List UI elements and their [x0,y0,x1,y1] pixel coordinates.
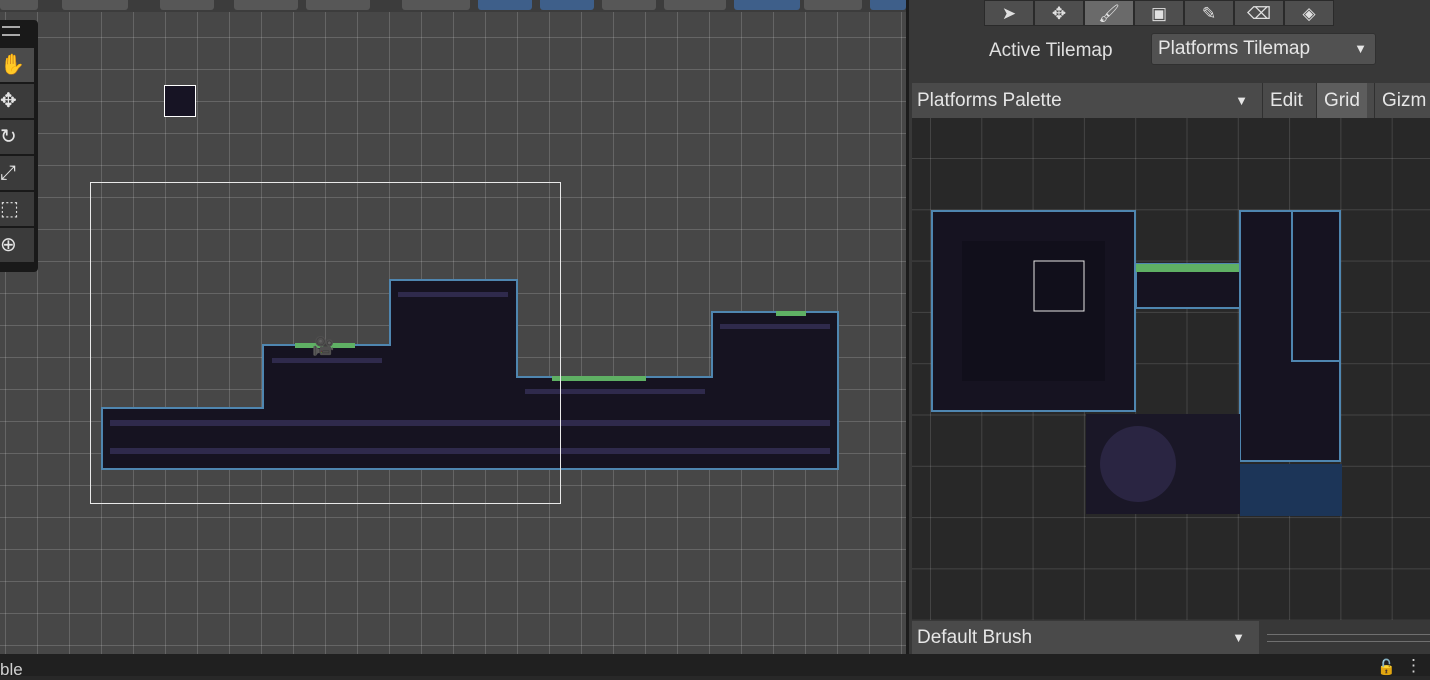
grass-tile [552,376,646,381]
brush-dropdown[interactable]: Default Brush ▼ [912,621,1259,654]
eraser-icon: ⌫ [1246,4,1272,23]
rotate-icon: ↻ [0,126,17,148]
grass-tile [776,311,806,316]
box-fill-tool-button[interactable]: ▣ [1134,0,1184,26]
hand-icon: ✋ [0,54,25,76]
move-tool-button[interactable]: ✥ [1034,0,1084,26]
brush-slider[interactable] [1267,634,1430,642]
eyedropper-icon: ✎ [1201,4,1217,23]
move-icon: ✥ [0,90,17,112]
active-tilemap-value: Platforms Tilemap [1158,38,1311,59]
rect-icon: ⬚ [0,198,19,220]
select-tool-button[interactable]: ➤ [984,0,1034,26]
gizmos-button[interactable]: Gizm [1374,83,1430,118]
palette-tool-row: ➤ ✥ 🖌 ▣ ✎ ⌫ ◈ [984,0,1334,28]
chevron-down-icon: ▼ [1235,93,1248,108]
scene-view[interactable]: 🎥 ✋ ✥ ↻ ⤢ ⬚ ⊕ [0,0,906,654]
transform-icon: ⊕ [0,234,17,256]
active-tilemap-label: Active Tilemap [989,40,1113,61]
lock-icon[interactable]: 🔓 [1377,658,1396,676]
camera-icon[interactable]: 🎥 [312,336,334,357]
panel-grip-icon[interactable] [2,26,20,36]
more-options-icon[interactable]: ⋮ [1405,656,1422,676]
scale-tool-button[interactable]: ⤢ [0,156,34,190]
water-tile[interactable] [1240,464,1342,516]
status-bar: ble 🔓 ⋮ [0,654,1430,679]
move-tool-button[interactable]: ✥ [0,84,34,118]
palette-canvas[interactable] [912,118,1430,620]
grid-button[interactable]: Grid [1316,83,1367,118]
arrow-cursor-icon: ➤ [1001,4,1017,23]
scale-icon: ⤢ [0,162,16,184]
active-tilemap-dropdown[interactable]: Platforms Tilemap ▼ [1151,33,1376,65]
rect-tool-button[interactable]: ⬚ [0,192,34,226]
brush-bar: Default Brush ▼ [912,621,1430,654]
brush-value: Default Brush [917,627,1033,648]
box-fill-icon: ▣ [1150,4,1168,23]
palette-tile-block[interactable] [1291,210,1341,362]
tile-palette-window: ➤ ✥ 🖌 ▣ ✎ ⌫ ◈ Active Tilemap Platforms T… [909,0,1430,654]
palette-tile-round [1100,426,1176,502]
eraser-tool-button[interactable]: ⌫ [1234,0,1284,26]
chevron-down-icon: ▼ [1232,630,1245,645]
transform-tool-button[interactable]: ⊕ [0,228,34,262]
palette-bar: Platforms Palette ▼ Edit Grid Gizm [912,83,1430,118]
chevron-down-icon: ▼ [1354,41,1367,56]
paint-tool-button[interactable]: 🖌 [1084,0,1134,26]
palette-value: Platforms Palette [917,90,1062,111]
edit-button[interactable]: Edit [1262,83,1310,118]
rotate-tool-button[interactable]: ↻ [0,120,34,154]
scene-tool-panel: ✋ ✥ ↻ ⤢ ⬚ ⊕ [0,20,38,272]
move-arrows-icon: ✥ [1051,4,1067,23]
paint-bucket-icon: ◈ [1302,4,1316,23]
palette-dropdown[interactable]: Platforms Palette ▼ [912,83,1262,118]
palette-tiles [931,210,1342,516]
status-text: ble [0,660,23,679]
hand-tool-button[interactable]: ✋ [0,48,34,82]
picker-tool-button[interactable]: ✎ [1184,0,1234,26]
fill-tool-button[interactable]: ◈ [1284,0,1334,26]
paintbrush-icon: 🖌 [1098,4,1120,23]
